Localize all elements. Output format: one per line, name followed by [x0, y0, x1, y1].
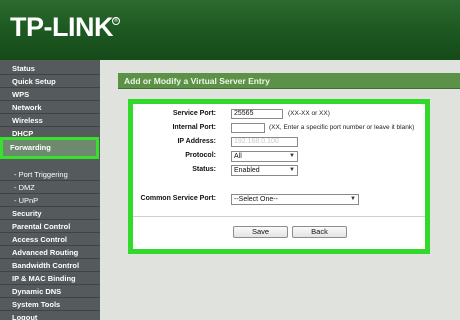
sidebar-item-parental-control[interactable]: Parental Control: [0, 220, 100, 233]
ip-address-input[interactable]: 192.168.0.100: [231, 137, 298, 147]
sidebar-item-status[interactable]: Status: [0, 62, 100, 75]
sidebar-item-network[interactable]: Network: [0, 101, 100, 114]
sidebar-item-system-tools[interactable]: System Tools: [0, 298, 100, 311]
sidebar-item-advanced-routing[interactable]: Advanced Routing: [0, 246, 100, 259]
registered-mark: ®: [112, 17, 120, 25]
sidebar-item-upnp[interactable]: - UPnP: [0, 194, 100, 207]
sidebar-item-access-control[interactable]: Access Control: [0, 233, 100, 246]
save-button[interactable]: Save: [233, 226, 288, 238]
sidebar-item-security[interactable]: Security: [0, 207, 100, 220]
service-port-label: Service Port:: [172, 110, 216, 117]
sidebar-item-ip-mac-binding[interactable]: IP & MAC Binding: [0, 272, 100, 285]
protocol-label: Protocol:: [185, 152, 216, 159]
common-service-port-value: --Select One--: [234, 196, 278, 203]
sidebar-item-wps[interactable]: WPS: [0, 88, 100, 101]
sidebar-item-dynamic-dns[interactable]: Dynamic DNS: [0, 285, 100, 298]
status-select-value: Enabled: [234, 167, 260, 174]
internal-port-label: Internal Port:: [172, 124, 216, 131]
sidebar-item-dmz[interactable]: - DMZ: [0, 181, 100, 194]
page-title: Add or Modify a Virtual Server Entry: [124, 76, 270, 86]
sidebar-item-bandwidth-control[interactable]: Bandwidth Control: [0, 259, 100, 272]
status-select[interactable]: Enabled ▼: [231, 165, 298, 176]
internal-port-input[interactable]: [231, 123, 265, 133]
ip-address-label: IP Address:: [177, 138, 216, 145]
common-service-port-select[interactable]: --Select One-- ▼: [231, 194, 359, 205]
protocol-select[interactable]: All ▼: [231, 151, 298, 162]
sidebar-item-quick-setup[interactable]: Quick Setup: [0, 75, 100, 88]
protocol-select-value: All: [234, 153, 242, 160]
service-port-hint: (XX-XX or XX): [288, 110, 330, 117]
service-port-input[interactable]: 25565: [231, 109, 283, 119]
form-divider: [133, 216, 425, 217]
back-button[interactable]: Back: [292, 226, 347, 238]
chevron-down-icon: ▼: [289, 167, 295, 173]
chevron-down-icon: ▼: [350, 196, 356, 202]
chevron-down-icon: ▼: [289, 153, 295, 159]
sidebar-item-forwarding-label: Forwarding: [10, 143, 51, 152]
status-label: Status:: [192, 166, 216, 173]
internal-port-hint: (XX, Enter a specific port number or lea…: [269, 124, 415, 131]
common-service-port-label: Common Service Port:: [140, 195, 216, 202]
tp-link-logo: TP-LINK: [10, 12, 113, 42]
sidebar-item-wireless[interactable]: Wireless: [0, 114, 100, 127]
sidebar-item-port-triggering[interactable]: - Port Triggering: [0, 168, 100, 181]
sidebar-item-logout[interactable]: Logout: [0, 311, 100, 320]
